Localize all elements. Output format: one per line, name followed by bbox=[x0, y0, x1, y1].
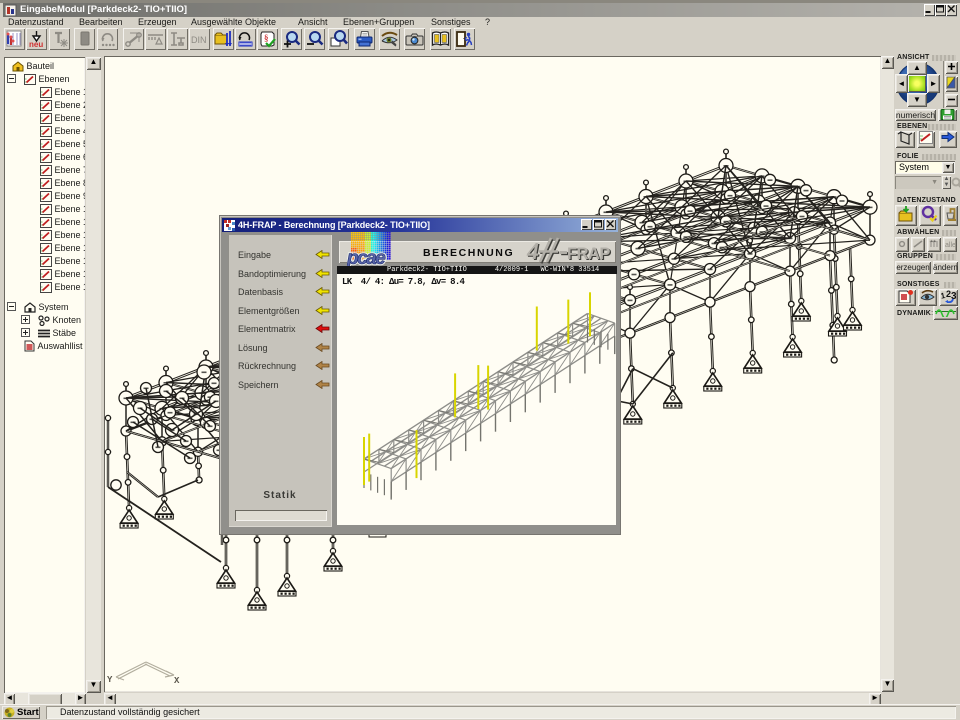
svg-text:alle: alle bbox=[945, 242, 955, 249]
svg-text:DIN: DIN bbox=[191, 35, 207, 45]
svg-text:X: X bbox=[174, 676, 180, 686]
svg-text:Y: Y bbox=[107, 675, 113, 685]
svg-text:4: 4 bbox=[526, 239, 539, 265]
svg-text:§: § bbox=[264, 33, 269, 43]
svg-text:neu: neu bbox=[29, 40, 43, 49]
svg-text:FRAP: FRAP bbox=[567, 245, 610, 263]
